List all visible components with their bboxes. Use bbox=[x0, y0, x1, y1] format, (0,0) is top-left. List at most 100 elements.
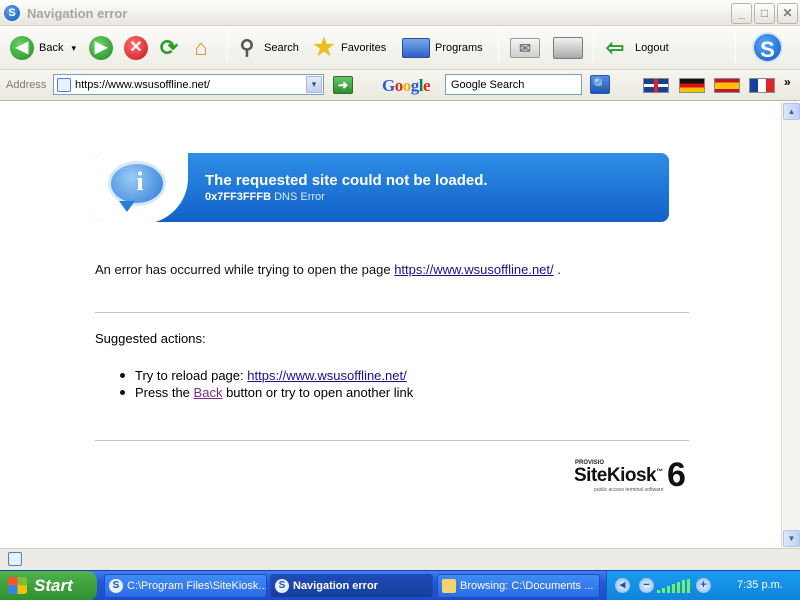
email-button[interactable]: ✉ bbox=[510, 32, 540, 64]
french-flag-icon[interactable] bbox=[749, 78, 775, 93]
folder-task-icon bbox=[442, 579, 456, 593]
start-button[interactable]: Start bbox=[0, 571, 97, 600]
divider bbox=[95, 440, 689, 441]
toolbar-divider bbox=[593, 31, 594, 63]
scroll-up-button[interactable]: ▲ bbox=[783, 103, 800, 120]
sitekiosk-tagline: public access terminal software bbox=[594, 487, 664, 493]
volume-down-icon[interactable]: − bbox=[639, 578, 654, 593]
back-arrow-icon: ◀ bbox=[10, 36, 34, 60]
info-bubble-tail bbox=[119, 201, 135, 212]
favorites-label: Favorites bbox=[341, 42, 387, 54]
window-title: Navigation error bbox=[27, 6, 128, 21]
press-suffix-text: button or try to open another link bbox=[226, 385, 414, 400]
google-logo: Google bbox=[382, 76, 431, 95]
list-item: Press the Back button or try to open ano… bbox=[120, 384, 413, 401]
address-input[interactable]: https://www.wsusoffline.net/ ▾ bbox=[53, 74, 324, 95]
address-bar: Address https://www.wsusoffline.net/ ▾ ➜… bbox=[0, 70, 800, 101]
home-icon: ⌂ bbox=[194, 35, 208, 60]
programs-label: Programs bbox=[435, 42, 483, 54]
press-text: Press the bbox=[135, 385, 190, 400]
error-title: The requested site could not be loaded. bbox=[205, 172, 488, 189]
error-message: An error has occurred while trying to op… bbox=[95, 262, 561, 277]
refresh-button[interactable]: ⟳ bbox=[157, 32, 181, 64]
spanish-flag-icon[interactable] bbox=[714, 78, 740, 93]
sitekiosk-logo: PROVISIO SiteKiosk™ public access termin… bbox=[574, 456, 689, 496]
reload-text: Try to reload page: bbox=[135, 368, 244, 383]
suggested-actions-list: Try to reload page: https://www.wsusoffl… bbox=[120, 367, 413, 401]
taskbar-item-navigation-error[interactable]: S Navigation error bbox=[270, 574, 433, 598]
go-button[interactable]: ➜ bbox=[333, 76, 353, 94]
logout-label: Logout bbox=[635, 42, 669, 54]
task-label: Browsing: C:\Documents ... bbox=[460, 580, 594, 592]
task-label: Navigation error bbox=[293, 580, 378, 592]
print-button[interactable] bbox=[553, 32, 583, 64]
favorites-button[interactable]: ★ Favorites bbox=[312, 32, 386, 64]
forward-arrow-icon: ▶ bbox=[89, 36, 113, 60]
sitekiosk-task-icon: S bbox=[109, 579, 123, 593]
title-bar: S Navigation error _ □ ✕ bbox=[0, 0, 800, 26]
logout-button[interactable]: ⇦ Logout bbox=[603, 32, 669, 64]
sitekiosk-logo-icon: S bbox=[752, 32, 783, 63]
back-button[interactable]: ◀ Back ▾ bbox=[10, 32, 76, 64]
taskbar-item-sitekiosk-folder[interactable]: S C:\Program Files\SiteKiosk... bbox=[104, 574, 267, 598]
logout-person-icon: ⇦ bbox=[605, 35, 625, 60]
search-button[interactable]: ⚲ Search bbox=[235, 32, 299, 64]
uk-flag-icon[interactable] bbox=[643, 78, 669, 93]
address-value: https://www.wsusoffline.net/ bbox=[75, 79, 210, 91]
forward-button[interactable]: ▶ bbox=[89, 32, 113, 64]
more-chevron-icon[interactable]: » bbox=[784, 75, 791, 89]
programs-icon bbox=[402, 38, 430, 58]
german-flag-icon[interactable] bbox=[679, 78, 705, 93]
envelope-icon: ✉ bbox=[510, 38, 540, 58]
home-button[interactable]: ⌂ bbox=[189, 32, 213, 64]
error-code: 0x7FF3FFFB bbox=[205, 191, 272, 203]
taskbar-item-browsing[interactable]: Browsing: C:\Documents ... bbox=[437, 574, 600, 598]
back-dropdown-icon[interactable]: ▾ bbox=[71, 43, 76, 54]
volume-level-icon[interactable] bbox=[657, 579, 691, 593]
error-code-desc: DNS Error bbox=[274, 191, 325, 203]
google-search-button[interactable]: 🔍 bbox=[590, 75, 610, 94]
suggested-actions-heading: Suggested actions: bbox=[95, 331, 206, 346]
windows-flag-icon bbox=[8, 577, 27, 594]
scroll-down-button[interactable]: ▼ bbox=[783, 530, 800, 547]
reload-url-link[interactable]: https://www.wsusoffline.net/ bbox=[247, 368, 406, 383]
page-content: i The requested site could not be loaded… bbox=[0, 102, 781, 548]
close-button[interactable]: ✕ bbox=[777, 3, 798, 24]
sitekiosk-app-icon: S bbox=[4, 5, 20, 21]
task-label: C:\Program Files\SiteKiosk... bbox=[127, 580, 267, 592]
error-banner: i The requested site could not be loaded… bbox=[95, 153, 669, 222]
toolbar-divider bbox=[227, 31, 228, 63]
list-item: Try to reload page: https://www.wsusoffl… bbox=[120, 367, 413, 384]
programs-button[interactable]: Programs bbox=[402, 32, 483, 64]
info-bubble-icon: i bbox=[108, 161, 166, 206]
page-icon bbox=[57, 78, 71, 92]
error-url-link[interactable]: https://www.wsusoffline.net/ bbox=[394, 262, 553, 277]
toolbar-divider bbox=[735, 31, 736, 63]
address-label: Address bbox=[6, 79, 47, 91]
back-label: Back bbox=[39, 42, 64, 54]
minimize-button[interactable]: _ bbox=[731, 3, 752, 24]
page-status-icon bbox=[8, 552, 22, 566]
maximize-button[interactable]: □ bbox=[754, 3, 775, 24]
refresh-icon: ⟳ bbox=[159, 35, 179, 60]
tray-left-icon[interactable]: ◂ bbox=[615, 578, 630, 593]
stop-button[interactable]: ✕ bbox=[124, 32, 148, 64]
back-link[interactable]: Back bbox=[194, 385, 223, 400]
taskbar: Start S C:\Program Files\SiteKiosk... S … bbox=[0, 570, 800, 600]
printer-icon bbox=[553, 37, 583, 59]
google-search-input[interactable]: Google Search bbox=[445, 74, 582, 95]
toolbar: ◀ Back ▾ ▶ ✕ ⟳ ⌂ ⚲ Search ★ Favorites Pr… bbox=[0, 26, 800, 70]
sitekiosk-task-icon: S bbox=[275, 579, 289, 593]
info-letter-icon: i bbox=[136, 167, 144, 196]
error-message-suffix: . bbox=[557, 262, 561, 277]
magnifier-icon: ⚲ bbox=[239, 37, 255, 59]
volume-up-icon[interactable]: + bbox=[696, 578, 711, 593]
stop-icon: ✕ bbox=[124, 36, 148, 60]
window: S Navigation error _ □ ✕ ◀ Back ▾ ▶ ✕ ⟳ … bbox=[0, 0, 800, 600]
start-label: Start bbox=[34, 576, 73, 595]
address-dropdown-icon[interactable]: ▾ bbox=[306, 76, 322, 93]
vertical-scrollbar[interactable]: ▲ ▼ bbox=[781, 102, 800, 548]
sitekiosk-name: SiteKiosk™ bbox=[574, 465, 663, 486]
error-code-line: 0x7FF3FFFB DNS Error bbox=[205, 191, 325, 203]
system-tray: ◂ − + 7:35 p.m. bbox=[606, 571, 800, 600]
